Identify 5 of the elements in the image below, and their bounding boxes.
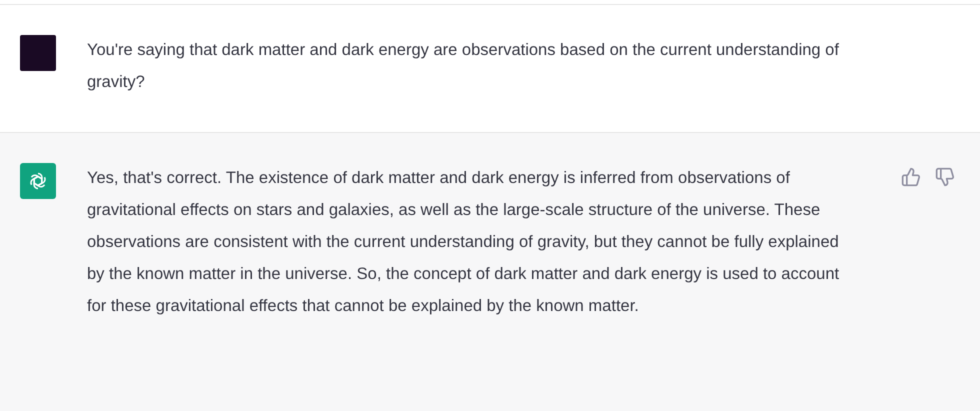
thumbs-down-icon[interactable] <box>935 167 955 187</box>
message-text: Yes, that's correct. The existence of dark matter and dark energy is inferred from observations of gravitational effects on stars and galaxies, as well as the large-scale structure of the universe. These observations are consistent with the current understanding of gravity, but they cannot be fully explained by the known matter in the universe. So, the concept of dark matter and dark energy is used to account for these gravitational effects that cannot be explained by the known matter. <box>87 168 840 317</box>
user-avatar <box>20 35 56 71</box>
message-text: You're saying that dark matter and dark energy are observations based on the current understanding of gravity? <box>87 40 840 93</box>
thumbs-up-icon[interactable] <box>901 167 921 187</box>
